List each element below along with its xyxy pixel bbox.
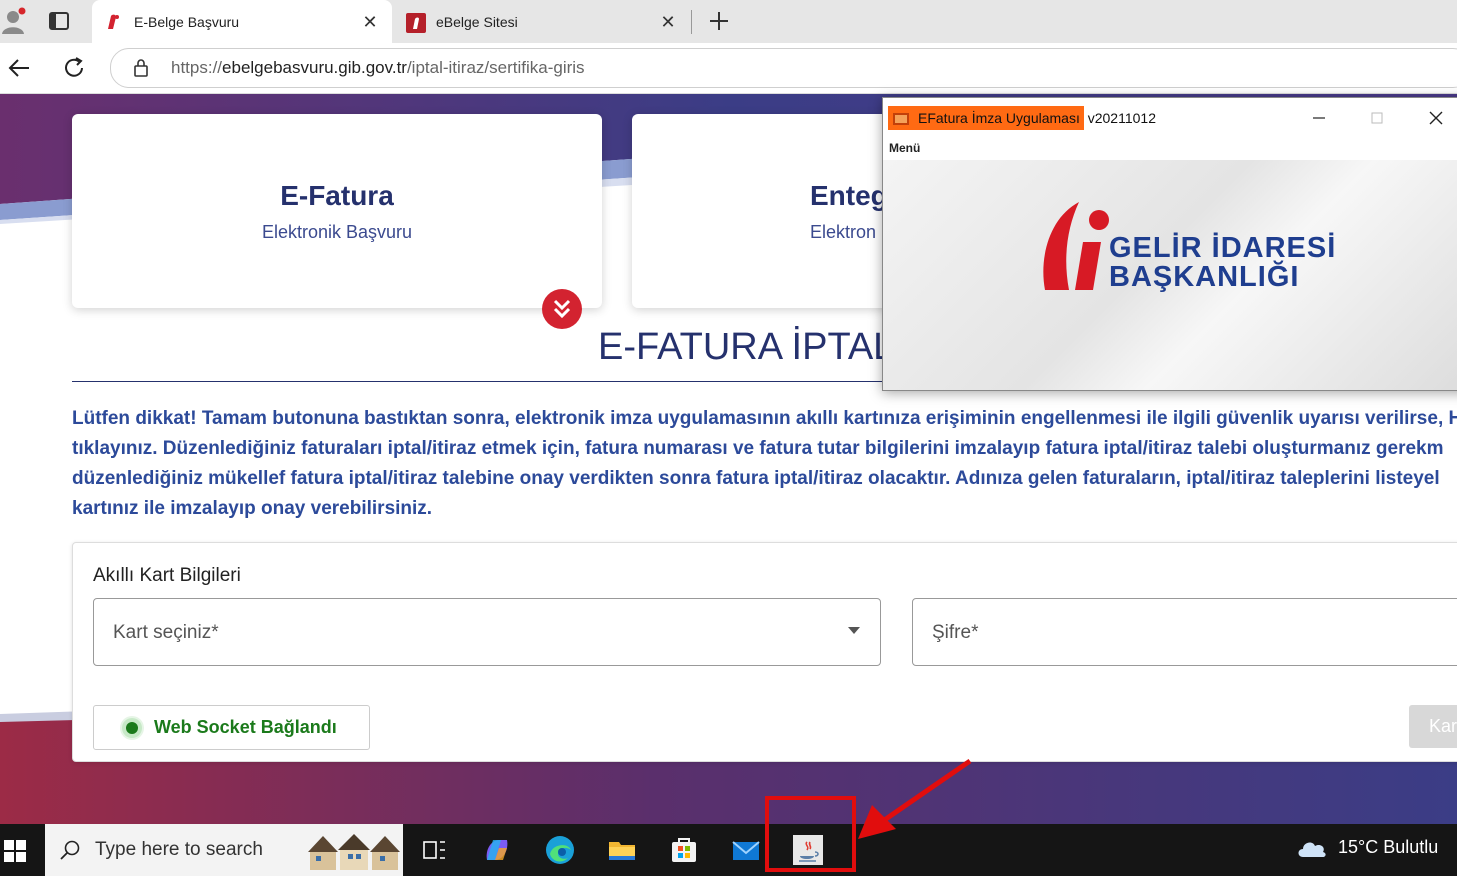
profile-avatar-icon[interactable] bbox=[0, 6, 30, 36]
card-select-placeholder: Kart seçiniz* bbox=[113, 622, 219, 643]
password-field[interactable]: Şifre* bbox=[912, 598, 1457, 666]
submit-button[interactable]: Kar bbox=[1409, 705, 1457, 748]
annotation-arrow-icon bbox=[858, 758, 972, 839]
new-tab-plus-icon[interactable] bbox=[706, 8, 732, 34]
card-subtitle: Elektronik Başvuru bbox=[261, 222, 413, 242]
search-placeholder: Type here to search bbox=[95, 839, 263, 860]
page-title: E-FATURA İPTAL bbox=[598, 326, 895, 368]
tab-ebelge-basvuru[interactable]: E-Belge Başvuru ✕ bbox=[92, 0, 392, 43]
tab-separator bbox=[691, 10, 692, 34]
file-explorer-icon[interactable] bbox=[606, 834, 638, 866]
card-title: E-Fatura bbox=[280, 180, 394, 211]
lock-icon[interactable] bbox=[131, 58, 151, 78]
tab-ebelge-sitesi[interactable]: eBelge Sitesi ✕ bbox=[394, 0, 690, 43]
windows-start-icon[interactable] bbox=[4, 840, 26, 862]
double-chevron-down-icon[interactable] bbox=[542, 289, 582, 329]
websocket-status-label: Web Socket Bağlandı bbox=[154, 717, 337, 737]
websocket-status-button[interactable]: Web Socket Bağlandı bbox=[93, 705, 370, 750]
notice-text: Lütfen dikkat! Tamam butonuna bastıktan … bbox=[72, 408, 1457, 519]
smart-card-form: Akıllı Kart Bilgileri Kart seçiniz* Şifr… bbox=[72, 542, 1457, 762]
tab-title: E-Belge Başvuru bbox=[134, 13, 240, 30]
reload-icon[interactable] bbox=[61, 55, 87, 81]
weather-widget[interactable]: 15°C Bulutlu bbox=[1296, 836, 1438, 858]
gib-favicon-icon bbox=[104, 13, 122, 31]
cloud-icon bbox=[1296, 836, 1328, 858]
gib-logo-icon bbox=[1043, 202, 1109, 290]
dropdown-arrow-icon bbox=[848, 627, 860, 634]
maximize-icon[interactable] bbox=[1367, 108, 1387, 128]
password-placeholder: Şifre* bbox=[932, 622, 979, 643]
form-title: Akıllı Kart Bilgileri bbox=[93, 565, 241, 586]
browser-tab-strip: E-Belge Başvuru ✕ eBelge Sitesi ✕ bbox=[0, 0, 1457, 43]
window-title-bar[interactable]: EFatura İmza Uygulaması v20211012 bbox=[883, 98, 1457, 138]
efatura-card[interactable]: E-Fatura Elektronik Başvuru bbox=[72, 114, 602, 308]
mail-icon[interactable] bbox=[730, 834, 762, 866]
weather-text: 15°C Bulutlu bbox=[1338, 836, 1439, 857]
search-icon bbox=[59, 839, 81, 861]
copilot-icon[interactable] bbox=[481, 834, 513, 866]
tab-title: eBelge Sitesi bbox=[436, 13, 518, 30]
edge-browser-icon[interactable] bbox=[544, 834, 576, 866]
efatura-imza-window[interactable]: EFatura İmza Uygulaması v20211012 Menü G… bbox=[882, 97, 1457, 391]
annotation-highlight-box bbox=[765, 796, 856, 872]
connected-dot-icon bbox=[126, 721, 138, 734]
houses-search-highlight-icon bbox=[308, 832, 400, 872]
window-content: GELİR İDARESİ BAŞKANLIĞI bbox=[883, 160, 1457, 390]
browser-navigation-bar: https://ebelgebasvuru.gib.gov.tr/iptal-i… bbox=[0, 43, 1457, 94]
ebelge-favicon-icon bbox=[406, 12, 426, 33]
windows-taskbar: Type here to search 15°C Bulutlu bbox=[0, 824, 1457, 876]
menu-item[interactable]: Menü bbox=[889, 141, 920, 155]
url-text: https://ebelgebasvuru.gib.gov.tr/iptal-i… bbox=[171, 58, 585, 77]
task-view-icon[interactable] bbox=[418, 834, 450, 866]
close-window-icon[interactable] bbox=[1426, 108, 1446, 128]
gib-logo-text: GELİR İDARESİ BAŞKANLIĞI bbox=[1109, 232, 1337, 293]
microsoft-store-icon[interactable] bbox=[668, 834, 700, 866]
close-tab-icon[interactable]: ✕ bbox=[658, 12, 678, 32]
window-menu-bar: Menü bbox=[883, 138, 1457, 160]
back-arrow-icon[interactable] bbox=[7, 55, 33, 81]
minimize-icon[interactable] bbox=[1309, 108, 1329, 128]
window-title: EFatura İmza Uygulaması v20211012 bbox=[888, 106, 1156, 130]
tab-actions-icon[interactable] bbox=[47, 9, 71, 33]
card-select-dropdown[interactable]: Kart seçiniz* bbox=[93, 598, 881, 666]
close-tab-icon[interactable]: ✕ bbox=[360, 12, 380, 32]
java-app-icon bbox=[892, 110, 910, 126]
address-bar[interactable]: https://ebelgebasvuru.gib.gov.tr/iptal-i… bbox=[110, 48, 1457, 88]
